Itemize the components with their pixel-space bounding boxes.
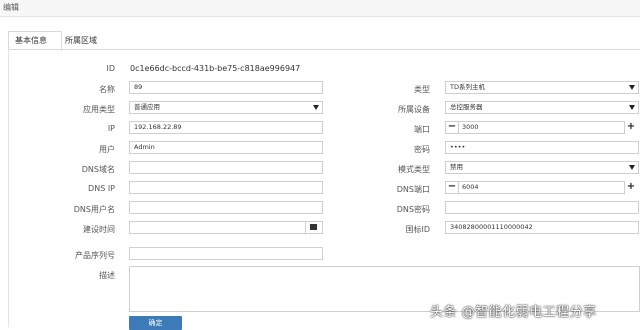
- name-label: 名称: [99, 85, 115, 94]
- password-input[interactable]: ••••: [445, 141, 639, 154]
- gb-id-label: 国标ID: [405, 225, 430, 234]
- password-label: 密码: [414, 145, 430, 154]
- app-type-value: 普通应用: [134, 103, 160, 111]
- port-label: 端口: [414, 125, 430, 134]
- tab-region[interactable]: 所属区域: [58, 31, 112, 50]
- dns-ip-label: DNS IP: [88, 184, 115, 193]
- app-type-label: 应用类型: [83, 105, 115, 114]
- tab-basic-info[interactable]: 基本信息: [8, 31, 62, 50]
- calendar-button[interactable]: [305, 222, 322, 233]
- gb-id-input[interactable]: 34082800001110000042: [445, 221, 639, 234]
- chevron-down-icon: [629, 165, 635, 170]
- description-label: 描述: [99, 271, 115, 280]
- plus-button[interactable]: +: [625, 181, 637, 194]
- ok-button[interactable]: 确定: [129, 316, 182, 330]
- dns-ip-input[interactable]: [129, 181, 323, 194]
- id-value: 0c1e66dc-bccd-431b-be75-c818ae996947: [130, 64, 301, 73]
- window-title: 编辑: [3, 3, 19, 12]
- type-value: TD系列主机: [450, 83, 485, 91]
- plus-button[interactable]: +: [625, 121, 637, 134]
- dns-domain-label: DNS域名: [81, 165, 115, 174]
- name-input[interactable]: 89: [129, 81, 323, 94]
- build-time-input[interactable]: [129, 221, 323, 234]
- dns-user-input[interactable]: [129, 201, 323, 214]
- device-label: 所属设备: [398, 105, 430, 114]
- mode-type-value: 禁用: [450, 163, 463, 171]
- watermark-text: 头条 @智能化弱电工程分享: [430, 305, 597, 320]
- dns-port-label: DNS端口: [396, 185, 430, 194]
- dns-domain-input[interactable]: [129, 161, 323, 174]
- dns-password-label: DNS密码: [396, 205, 430, 214]
- chevron-down-icon: [629, 105, 635, 110]
- ip-input[interactable]: 192.168.22.89: [129, 121, 323, 134]
- port-stepper[interactable]: − 3000 +: [445, 121, 635, 134]
- product-serial-label: 产品序列号: [75, 251, 115, 260]
- calendar-icon: [310, 224, 317, 230]
- dns-user-label: DNS用户名: [73, 205, 115, 214]
- chevron-down-icon: [313, 105, 319, 110]
- port-value: 3000: [462, 123, 479, 131]
- user-input[interactable]: Admin: [129, 141, 323, 154]
- chevron-down-icon: [629, 85, 635, 90]
- dns-port-stepper[interactable]: − 6004 +: [445, 181, 635, 194]
- user-label: 用户: [99, 145, 115, 154]
- type-label: 类型: [414, 85, 430, 94]
- build-time-label: 建设时间: [83, 225, 115, 234]
- dns-port-value: 6004: [462, 183, 479, 191]
- device-value: 总控服务器: [450, 103, 483, 111]
- device-select[interactable]: 总控服务器: [445, 101, 639, 114]
- id-label: ID: [106, 64, 115, 73]
- window-titlebar: 编辑: [0, 0, 640, 17]
- minus-button[interactable]: −: [446, 121, 459, 134]
- product-serial-input[interactable]: [129, 247, 323, 260]
- ip-label: IP: [107, 124, 115, 133]
- minus-button[interactable]: −: [446, 181, 459, 194]
- dns-password-input[interactable]: [445, 201, 639, 214]
- mode-type-label: 模式类型: [398, 165, 430, 174]
- app-type-select[interactable]: 普通应用: [129, 101, 323, 114]
- type-select[interactable]: TD系列主机: [445, 81, 639, 94]
- mode-type-select[interactable]: 禁用: [445, 161, 639, 174]
